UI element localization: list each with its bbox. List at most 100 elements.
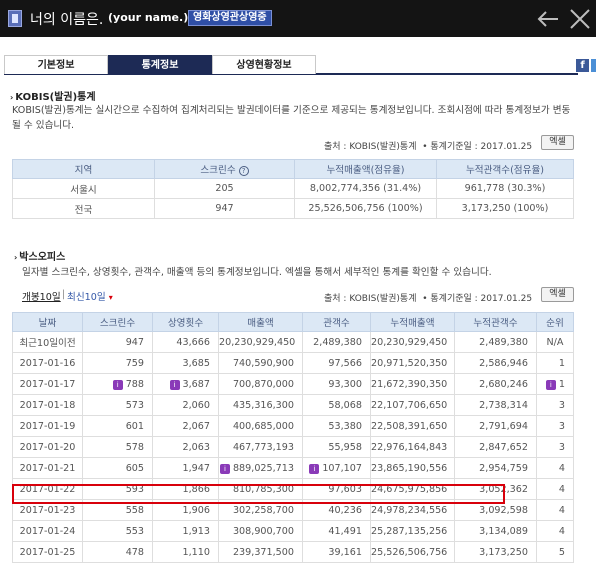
column-header[interactable]: 스크린수 (82, 312, 153, 332)
column-header[interactable]: 매출액 (218, 312, 303, 332)
subtab-opening-10-days[interactable]: 개봉10일 (22, 289, 61, 303)
column-header[interactable]: 누적관객수 (454, 312, 537, 332)
help-icon[interactable]: ? (238, 166, 249, 176)
cum-audience-cell: 3,173,250 (454, 541, 537, 563)
date-cell: 2017-01-25 (12, 541, 83, 563)
table-row: 2017-01-25 478 1,110 239,371,500 39,161 25,52… (12, 541, 574, 563)
back-arrow-icon[interactable] (536, 7, 560, 31)
cell-value: 20,230,929,450 (371, 336, 448, 348)
shows-cell: 1,947 (152, 457, 219, 479)
column-header[interactable]: 누적관객수(점유율) (436, 159, 574, 179)
cum-sales-cell: 25,287,135,256 (370, 520, 455, 542)
cell-value: 740,590,900 (232, 357, 294, 369)
cell-value: 2,489,380 (313, 336, 362, 348)
audience-cell: 93,300 (302, 373, 371, 395)
table-row: 2017-01-24 553 1,913 308,900,700 41,491 25,28… (12, 520, 574, 542)
sales-cell: 308,900,700 (218, 520, 303, 542)
rank-cell: N/A (536, 331, 574, 353)
tab-screening-status[interactable]: 상영현황정보 (212, 55, 316, 74)
date-cell: 2017-01-21 (12, 457, 83, 479)
audience-cell: i 107,107 (302, 457, 371, 479)
column-header[interactable]: 날짜 (12, 312, 83, 332)
shows-cell: i 3,687 (152, 373, 219, 395)
cell-value: 2017-01-19 (19, 420, 76, 432)
cell-value: 400,685,000 (232, 420, 294, 432)
share-icon[interactable] (591, 59, 596, 72)
shows-cell: 1,906 (152, 499, 219, 521)
screens-cell: 478 (82, 541, 153, 563)
facebook-icon[interactable]: f (576, 59, 589, 72)
boxoffice-excel-button[interactable]: 엑셀 (541, 287, 574, 302)
cum-sales-cell: 25,526,506,756 (100%) (294, 198, 437, 219)
screens-cell: 205 (154, 178, 295, 199)
cell-value: 4 (558, 525, 565, 537)
column-header[interactable]: 상영횟수 (152, 312, 219, 332)
close-icon[interactable] (568, 7, 592, 31)
column-header[interactable]: 스크린수? (154, 159, 295, 179)
cell-value: 5 (558, 546, 565, 558)
cum-audience-cell: 2,489,380 (454, 331, 537, 353)
screens-cell: 601 (82, 415, 153, 437)
cum-audience-cell: 3,052,362 (454, 478, 537, 500)
kobis-section-title: › KOBIS(발권)통계 (10, 92, 96, 103)
cell-value: 302,258,700 (232, 504, 294, 516)
date-cell: 2017-01-24 (12, 520, 83, 542)
cum-sales-cell: 24,978,234,556 (370, 499, 455, 521)
cell-value: 3,052,362 (479, 483, 528, 495)
column-header[interactable]: 관객수 (302, 312, 371, 332)
boxoffice-table-body: 최근10일이전 947 43,666 20,230,929,450 2,489,380 2… (12, 331, 574, 563)
cell-value: 2017-01-16 (19, 357, 76, 369)
cum-sales-cell: 22,508,391,650 (370, 415, 455, 437)
tab-statistics[interactable]: 통계정보 (108, 55, 212, 74)
cell-value: 2,680,246 (479, 378, 528, 390)
cell-value: 20,971,520,350 (371, 357, 448, 369)
mark-icon: i (309, 463, 320, 474)
cell-value: 1,866 (182, 483, 210, 495)
tab-bar: 기본정보 통계정보 상영현황정보 (4, 55, 578, 75)
column-header[interactable]: 누적매출액(점유율) (294, 159, 437, 179)
subtab-latest-10-days[interactable]: 최신10일 ▾ (67, 289, 113, 303)
date-cell: 최근10일이전 (12, 331, 83, 353)
screens-cell: 947 (82, 331, 153, 353)
cell-value: 2017-01-23 (19, 504, 76, 516)
cell-value: 39,161 (328, 546, 362, 558)
cell-value: 3 (558, 399, 565, 411)
column-header[interactable]: 누적매출액 (370, 312, 455, 332)
cell-value: 22,508,391,650 (371, 420, 448, 432)
cell-value: 1,906 (182, 504, 210, 516)
sales-cell: i 889,025,713 (218, 457, 303, 479)
cum-sales-cell: 22,107,706,650 (370, 394, 455, 416)
cell-value: 553 (125, 525, 144, 537)
cell-value: 2017-01-18 (19, 399, 76, 411)
cell-value: 1 (558, 378, 565, 390)
cell-value: 2017-01-20 (19, 441, 76, 453)
audience-cell: 2,489,380 (302, 331, 371, 353)
date-cell: 2017-01-17 (12, 373, 83, 395)
table-row: 2017-01-20 578 2,063 467,773,193 55,958 22,97… (12, 436, 574, 458)
cell-value: 43,666 (176, 336, 210, 348)
cell-value: 2017-01-24 (19, 525, 76, 537)
cell-value: 25,526,506,756 (371, 546, 448, 558)
rank-cell: 3 (536, 436, 574, 458)
kobis-excel-button[interactable]: 엑셀 (541, 135, 574, 150)
cum-audience-cell: 3,092,598 (454, 499, 537, 521)
shows-cell: 1,913 (152, 520, 219, 542)
kobis-description: KOBIS(발권)통계는 실시간으로 수집하여 집계처리되는 발권데이터를 기준… (12, 105, 571, 131)
cell-value: 3 (558, 441, 565, 453)
column-header[interactable]: 순위 (536, 312, 574, 332)
cell-value: 3 (558, 420, 565, 432)
mark-icon: i (169, 379, 180, 390)
cell-value: 41,491 (328, 525, 362, 537)
status-badge: 영화상영관상영중 (188, 10, 272, 26)
cell-value: 478 (125, 546, 144, 558)
cell-value: 467,773,193 (232, 441, 294, 453)
cell-value: 2017-01-21 (19, 462, 76, 474)
tab-basic-info[interactable]: 기본정보 (4, 55, 108, 74)
movie-english-title: (your name.) (108, 11, 189, 24)
cell-value: 2,738,314 (479, 399, 528, 411)
cell-value: 1,110 (182, 546, 210, 558)
cell-value: 3,134,089 (479, 525, 528, 537)
cell-value: 25,287,135,256 (371, 525, 448, 537)
cell-value: 2,586,946 (479, 357, 528, 369)
column-header[interactable]: 지역 (12, 159, 155, 179)
